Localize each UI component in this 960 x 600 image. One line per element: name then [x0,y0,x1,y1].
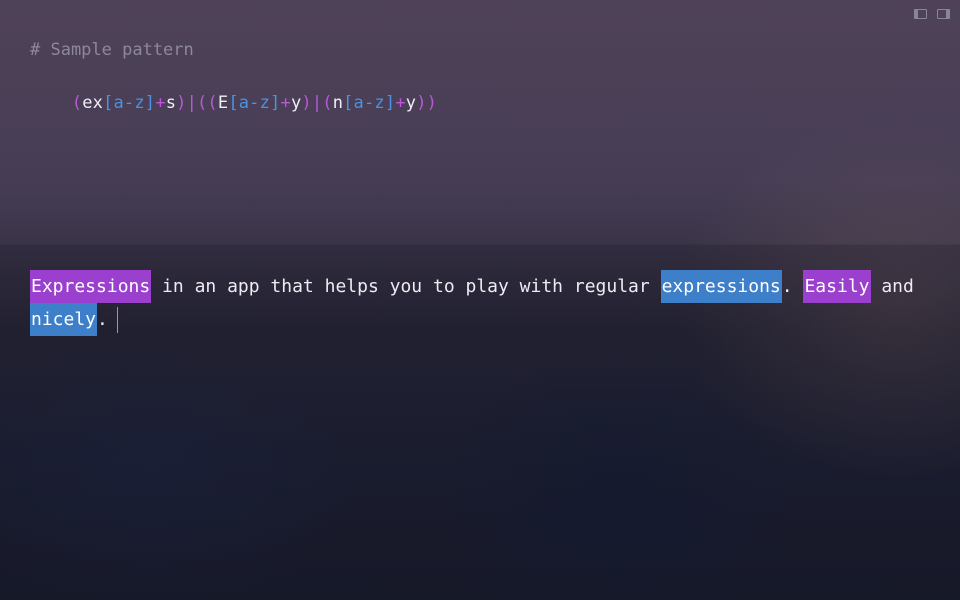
plain-text: in an app that helps you to play with re… [151,276,661,297]
pattern-token: (( [197,93,218,113]
pattern-token: n [332,93,344,113]
pattern-token: )) [416,93,438,113]
regex-pattern[interactable]: (ex[a-z]+s)|((E[a-z]+y)|(n[a-z]+y)) [30,73,437,133]
pattern-token: [a-z] [228,93,281,113]
match-highlight: expressions [660,270,782,303]
pattern-token: + [155,93,166,113]
text-line: nicely. [30,303,930,336]
pattern-token: | [311,93,323,113]
pattern-token: ) [301,93,312,113]
match-highlight: Expressions [30,270,152,303]
match-highlight: Easily [803,270,871,303]
pattern-token: ( [71,93,83,113]
pattern-token: [a-z] [103,93,156,113]
pattern-token: y [290,93,302,113]
pattern-token: [a-z] [343,93,396,113]
pattern-token: ) [176,93,187,113]
plain-text: . [781,276,804,297]
pattern-token: + [395,93,406,113]
pattern-token: | [186,93,197,113]
test-text-editor[interactable]: Expressions in an app that helps you to … [30,270,930,336]
pattern-token: + [280,93,291,113]
pattern-token: ( [322,93,333,113]
pattern-token: s [165,93,177,113]
pane-divider[interactable] [0,244,960,245]
pattern-editor[interactable]: # Sample pattern (ex[a-z]+s)|((E[a-z]+y)… [0,0,960,245]
plain-text: and [870,276,914,297]
pattern-comment: # Sample pattern [30,40,194,60]
text-caret [116,307,118,333]
match-highlight: nicely [30,303,98,336]
pattern-token: E [217,93,229,113]
plain-text: . [97,309,108,330]
pattern-token: y [405,93,417,113]
text-line: Expressions in an app that helps you to … [30,270,930,303]
pattern-token: ex [82,93,104,113]
